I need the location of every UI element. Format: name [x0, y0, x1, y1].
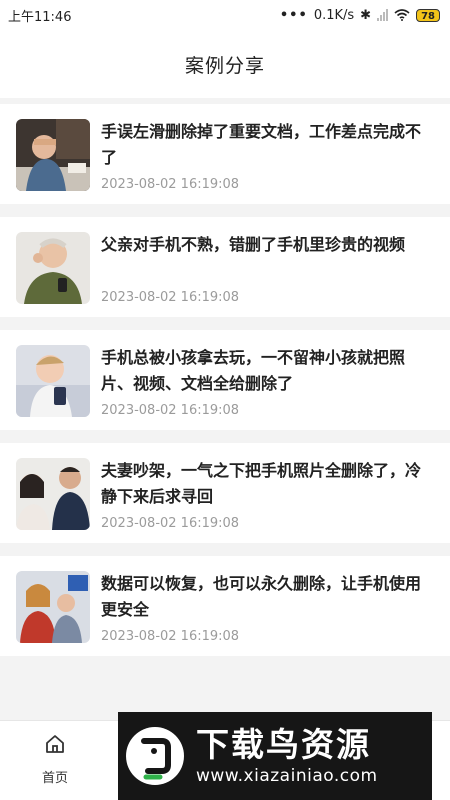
- watermark-banner: 下载鸟资源 www.xiazainiao.com: [118, 712, 432, 800]
- case-title: 手机总被小孩拿去玩，一不留神小孩就把照片、视频、文档全给删除了: [101, 348, 406, 393]
- list-item-text: 父亲对手机不熟，错删了手机里珍贵的视频 2023-08-02 16:19:08: [101, 232, 431, 305]
- watermark-name: 下载鸟资源: [196, 725, 371, 764]
- home-icon: [46, 735, 64, 753]
- case-timestamp: 2023-08-02 16:19:08: [101, 516, 240, 531]
- wifi-icon: [394, 9, 410, 21]
- bird-logo-icon: [126, 727, 184, 785]
- status-time: 上午11:46: [8, 9, 72, 25]
- bluetooth-icon: ✱: [360, 7, 372, 23]
- list-item[interactable]: 夫妻吵架，一气之下把手机照片全删除了，冷静下来后求寻回 2023-08-02 1…: [0, 443, 450, 543]
- list-item-text: 手误左滑删除掉了重要文档，工作差点完成不了 2023-08-02 16:19:0…: [101, 119, 431, 192]
- case-timestamp: 2023-08-02 16:19:08: [101, 177, 240, 192]
- list-item[interactable]: 手机总被小孩拿去玩，一不留神小孩就把照片、视频、文档全给删除了 2023-08-…: [0, 330, 450, 430]
- tab-home-label: 首页: [41, 771, 68, 786]
- case-title: 数据可以恢复，也可以永久删除，让手机使用更安全: [101, 574, 422, 619]
- office-group-thumbnail: [16, 571, 90, 643]
- battery-icon: 78: [416, 8, 440, 22]
- case-list: 手误左滑删除掉了重要文档，工作差点完成不了 2023-08-02 16:19:0…: [0, 104, 450, 669]
- watermark-url: www.xiazainiao.com: [196, 766, 378, 786]
- watermark-text: 下载鸟资源 www.xiazainiao.com: [196, 725, 378, 787]
- signal-icon: [377, 9, 389, 21]
- case-title: 夫妻吵架，一气之下把手机照片全删除了，冷静下来后求寻回: [101, 461, 422, 506]
- list-item-text: 夫妻吵架，一气之下把手机照片全删除了，冷静下来后求寻回 2023-08-02 1…: [101, 458, 431, 531]
- case-title: 父亲对手机不熟，错删了手机里珍贵的视频: [101, 235, 406, 254]
- page-title: 案例分享: [184, 54, 265, 77]
- status-icons: ••• 0.1K/s ✱ 78: [280, 8, 440, 23]
- more-dots-icon: •••: [279, 7, 308, 23]
- case-title: 手误左滑删除掉了重要文档，工作差点完成不了: [101, 122, 422, 167]
- child-phone-thumbnail: [16, 345, 90, 417]
- list-item[interactable]: 父亲对手机不熟，错删了手机里珍贵的视频 2023-08-02 16:19:08: [0, 217, 450, 317]
- network-speed: 0.1K/s: [313, 7, 355, 23]
- page-header: 案例分享: [0, 30, 450, 98]
- elderly-man-phone-thumbnail: [16, 232, 90, 304]
- list-item[interactable]: 数据可以恢复，也可以永久删除，让手机使用更安全 2023-08-02 16:19…: [0, 556, 450, 656]
- tab-home[interactable]: 首页: [20, 733, 90, 793]
- list-item[interactable]: 手误左滑删除掉了重要文档，工作差点完成不了 2023-08-02 16:19:0…: [0, 104, 450, 204]
- stressed-worker-thumbnail: [16, 119, 90, 191]
- case-timestamp: 2023-08-02 16:19:08: [101, 290, 240, 305]
- case-timestamp: 2023-08-02 16:19:08: [101, 403, 240, 418]
- list-item-text: 数据可以恢复，也可以永久删除，让手机使用更安全 2023-08-02 16:19…: [101, 571, 431, 644]
- status-bar: 上午11:46 ••• 0.1K/s ✱ 78: [0, 0, 450, 30]
- couple-argument-thumbnail: [16, 458, 90, 530]
- list-item-text: 手机总被小孩拿去玩，一不留神小孩就把照片、视频、文档全给删除了 2023-08-…: [101, 345, 431, 418]
- case-timestamp: 2023-08-02 16:19:08: [101, 629, 240, 644]
